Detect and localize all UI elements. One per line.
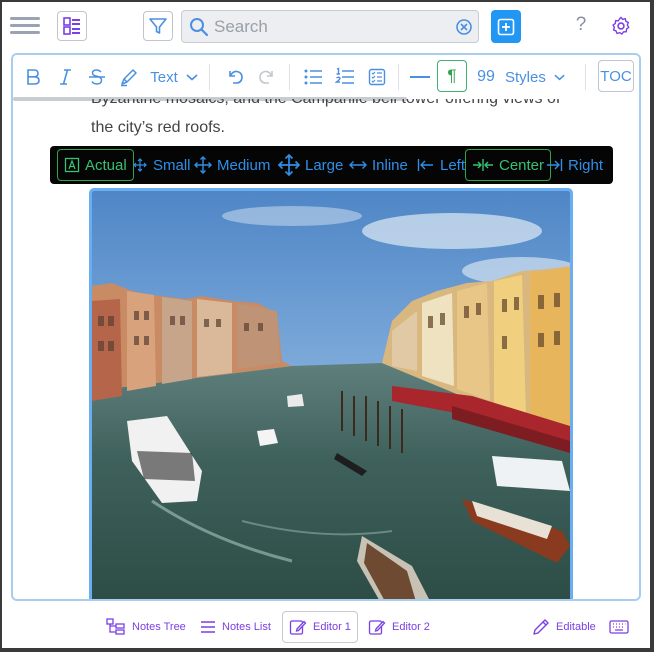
styles-label: Styles (505, 68, 546, 86)
keyboard-icon (609, 620, 629, 634)
redo-icon (259, 70, 273, 84)
plus-square-icon (497, 18, 515, 35)
search-icon (190, 18, 209, 37)
notes-list-button[interactable]: Notes List (200, 612, 271, 642)
search-box (181, 10, 479, 43)
notes-list-label: Notes List (222, 621, 271, 633)
editable-toggle[interactable]: Editable (532, 612, 596, 642)
gear-icon[interactable] (610, 15, 632, 37)
venice-canal-image[interactable] (89, 188, 573, 599)
text-style-label: Text (150, 68, 178, 86)
inline-label: Inline (372, 156, 408, 174)
strikethrough-icon (89, 69, 105, 85)
italic-button[interactable] (53, 63, 77, 91)
blockquote-button[interactable]: 99 (473, 63, 499, 91)
align-left-button[interactable]: Left (417, 149, 465, 181)
panels-toggle-button[interactable] (57, 11, 87, 41)
bullet-list-button[interactable] (301, 63, 325, 91)
inline-button[interactable]: Inline (349, 149, 408, 181)
align-right-icon (547, 159, 563, 171)
size-actual-button[interactable]: Actual (57, 149, 134, 181)
new-note-button[interactable] (491, 10, 521, 43)
bullet-list-icon (304, 69, 322, 85)
search-input[interactable] (214, 16, 454, 38)
numbered-list-button[interactable] (333, 63, 357, 91)
move-icon (278, 154, 300, 176)
quote-label: 99 (477, 68, 495, 85)
paragraph-text-end: the city’s red roofs. (91, 119, 225, 136)
size-medium-label: Medium (217, 156, 271, 174)
toc-label: TOC (600, 67, 632, 85)
highlight-button[interactable] (117, 63, 141, 91)
align-right-button[interactable]: Right (545, 149, 603, 181)
editor-content[interactable]: Byzantine mosaics, and the Campanile bel… (13, 99, 639, 599)
editor1-label: Editor 1 (313, 621, 351, 633)
editor1-button[interactable]: Editor 1 (282, 611, 358, 643)
paragraph-button[interactable]: ¶ (437, 60, 467, 92)
tree-icon (106, 618, 125, 635)
align-left-icon (417, 159, 433, 171)
italic-icon (60, 69, 71, 85)
paragraph-text: Byzantine mosaics, and the Campanile bel… (91, 99, 591, 112)
top-bar: ? (2, 2, 650, 52)
image-resize-toolbar: Actual Small Medium Large Inline Left Ce… (50, 146, 613, 184)
edit-icon (289, 620, 307, 635)
todo-list-button[interactable] (365, 63, 389, 91)
align-center-label: Center (499, 156, 545, 174)
size-actual-label: Actual (85, 156, 127, 174)
horizontal-line-icon (410, 76, 430, 78)
canal-photo (92, 191, 570, 599)
redo-button[interactable] (255, 63, 279, 91)
move-icon (194, 156, 212, 174)
chevron-down-icon (186, 74, 198, 81)
pencil-icon (533, 619, 549, 635)
size-large-label: Large (305, 156, 344, 174)
bold-button[interactable] (21, 63, 45, 91)
align-center-icon (473, 159, 493, 171)
editor-panel: Text ¶ 99 Styles TOC the city’s red roof… (11, 53, 641, 601)
notes-tree-label: Notes Tree (132, 621, 186, 633)
editor2-label: Editor 2 (392, 621, 430, 633)
editor2-button[interactable]: Editor 2 (368, 612, 430, 642)
text-style-dropdown[interactable]: Text (149, 63, 199, 91)
align-left-label: Left (440, 156, 466, 174)
marker-icon (121, 69, 137, 87)
menu-icon[interactable] (10, 14, 40, 38)
app-window: ? Text (2, 2, 650, 648)
editable-label: Editable (556, 621, 596, 633)
bottom-bar: Notes Tree Notes List Editor 1 Editor 2 … (2, 604, 650, 648)
layout-icon (63, 17, 80, 35)
size-medium-button[interactable]: Medium (194, 149, 270, 181)
edit-icon (368, 620, 386, 635)
size-small-label: Small (153, 156, 191, 174)
move-icon (133, 158, 147, 172)
horizontal-rule-button[interactable] (408, 63, 432, 91)
size-large-button[interactable]: Large (278, 149, 343, 181)
text-box-icon (64, 157, 80, 173)
numbered-list-icon (335, 67, 354, 84)
undo-icon (229, 70, 243, 84)
filter-button[interactable] (143, 11, 173, 41)
size-small-button[interactable]: Small (132, 149, 191, 181)
checklist-icon (368, 68, 386, 86)
format-toolbar: Text ¶ 99 Styles TOC (13, 55, 639, 101)
help-icon[interactable]: ? (571, 14, 591, 38)
pilcrow-icon: ¶ (447, 66, 457, 85)
arrows-horizontal-icon (349, 161, 367, 169)
bold-icon (27, 69, 40, 85)
chevron-down-icon (554, 74, 565, 81)
strikethrough-button[interactable] (85, 63, 109, 91)
undo-button[interactable] (223, 63, 247, 91)
list-icon (201, 621, 215, 633)
filter-icon (149, 18, 167, 34)
align-center-button[interactable]: Center (465, 149, 552, 181)
clear-icon[interactable] (455, 18, 473, 36)
styles-dropdown[interactable]: Styles (505, 63, 565, 91)
notes-tree-button[interactable]: Notes Tree (106, 612, 186, 642)
toc-button[interactable]: TOC (598, 60, 634, 92)
align-right-label: Right (568, 156, 604, 174)
keyboard-button[interactable] (609, 612, 629, 642)
